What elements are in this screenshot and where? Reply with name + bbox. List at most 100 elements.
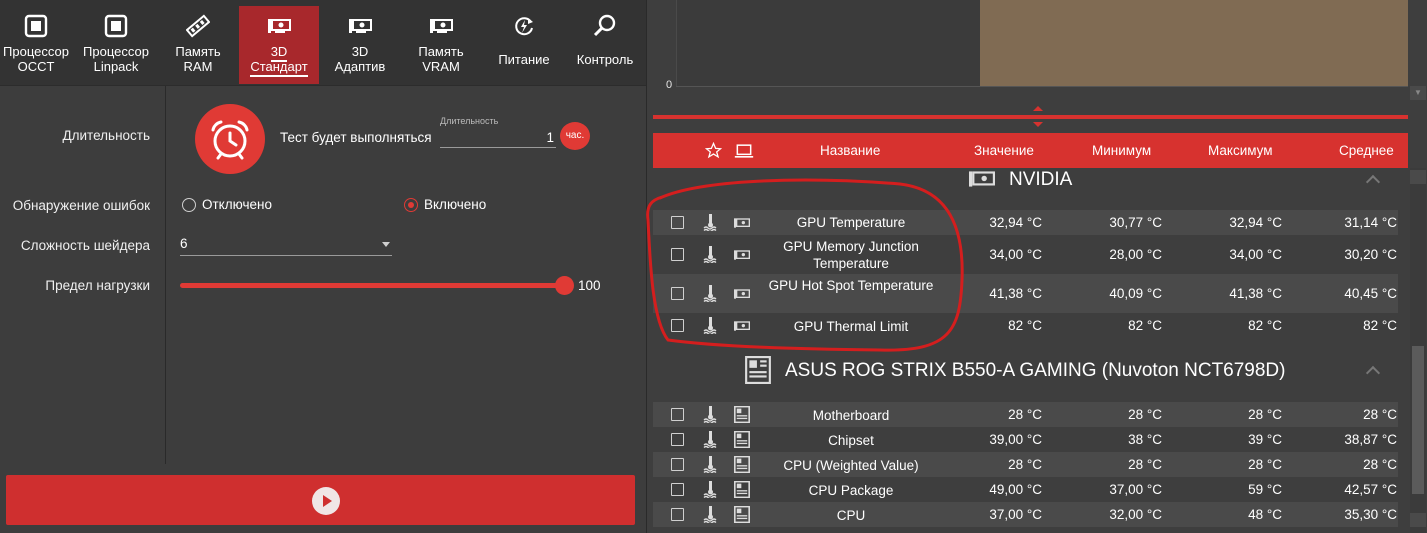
scrollbar-thumb[interactable]: [1412, 346, 1424, 494]
sensor-checkbox[interactable]: [671, 483, 684, 496]
motherboard-icon: [734, 481, 750, 498]
sensor-checkbox[interactable]: [671, 319, 684, 332]
sensor-name: CPU Package: [808, 483, 894, 498]
sensor-max: 82 °C: [1248, 318, 1282, 333]
scroll-up-button[interactable]: [1410, 170, 1426, 184]
sensor-value: 34,00 °C: [989, 247, 1042, 262]
tab-3d-standard[interactable]: 3D Стандарт: [239, 6, 319, 84]
temperature-icon: [703, 285, 717, 302]
load-limit-slider-thumb[interactable]: [555, 276, 574, 295]
shader-complexity-select[interactable]: 6: [180, 236, 392, 256]
sensor-group-motherboard[interactable]: ASUS ROG STRIX B550-A GAMING (Nuvoton NC…: [653, 350, 1408, 402]
tab-cpu-linpack[interactable]: Процессор Linpack: [76, 6, 156, 84]
sensor-checkbox[interactable]: [671, 248, 684, 261]
sensor-checkbox[interactable]: [671, 216, 684, 229]
group-title: ASUS ROG STRIX B550-A GAMING (Nuvoton NC…: [785, 360, 1286, 381]
sensor-min: 28,00 °C: [1109, 247, 1162, 262]
sensor-checkbox[interactable]: [671, 458, 684, 471]
motherboard-icon: [734, 431, 750, 448]
table-row[interactable]: CPU Package 49,00 °C 37,00 °C 59 °C 42,5…: [653, 477, 1398, 502]
radio-label: Включено: [424, 197, 487, 212]
sensor-checkbox[interactable]: [671, 508, 684, 521]
tab-label: Память VRAM: [418, 44, 464, 74]
duration-label: Длительность: [62, 128, 151, 143]
radio-dot-selected: [404, 198, 418, 212]
sensor-table-scrollbar[interactable]: [1410, 168, 1426, 533]
temperature-icon: [703, 456, 717, 473]
table-row[interactable]: CPU 37,00 °C 32,00 °C 48 °C 35,30 °C: [653, 502, 1398, 527]
column-header-min[interactable]: Минимум: [1092, 143, 1151, 158]
gpu-card-icon: [430, 19, 453, 33]
group-title: NVIDIA: [1009, 169, 1073, 190]
duration-unit-button[interactable]: час.: [560, 122, 590, 150]
table-row[interactable]: GPU Temperature 32,94 °C 30,77 °C 32,94 …: [653, 210, 1398, 235]
table-row[interactable]: GPU Hot Spot Temperature 41,38 °C 40,09 …: [653, 274, 1398, 313]
table-row[interactable]: CPU (Weighted Value) 28 °C 28 °C 28 °C 2…: [653, 452, 1398, 477]
sensor-checkbox[interactable]: [671, 433, 684, 446]
sensor-name: CPU: [836, 508, 866, 523]
error-detection-on-radio[interactable]: Включено: [404, 197, 486, 212]
tab-vram[interactable]: Память VRAM: [401, 6, 481, 84]
duration-description: Тест будет выполняться: [280, 130, 432, 145]
column-header-value[interactable]: Значение: [974, 143, 1034, 158]
temperature-icon: [703, 506, 717, 523]
tab-monitoring[interactable]: Контроль: [565, 6, 645, 84]
column-header-name[interactable]: Название: [820, 143, 880, 158]
tab-label: Процессор Linpack: [83, 44, 149, 74]
column-header-max[interactable]: Максимум: [1208, 143, 1273, 158]
tab-cpu-occt[interactable]: Процессор OCCT: [0, 6, 76, 84]
splitter-up-arrow-icon[interactable]: [1033, 106, 1043, 111]
table-row[interactable]: GPU Thermal Limit 82 °C 82 °C 82 °C 82 °…: [653, 313, 1398, 338]
collapse-chevron-icon[interactable]: [1365, 365, 1381, 381]
sensor-avg: 40,45 °C: [1344, 286, 1397, 301]
sensor-value: 37,00 °C: [989, 507, 1042, 522]
radio-label: Отключено: [202, 197, 272, 212]
sensor-group-nvidia[interactable]: NVIDIA: [653, 168, 1408, 210]
sensor-avg: 28 °C: [1363, 407, 1397, 422]
duration-input[interactable]: [440, 128, 556, 148]
sensor-min: 28 °C: [1128, 407, 1162, 422]
star-icon[interactable]: [705, 142, 722, 159]
graph-scroll-down-button[interactable]: ▼: [1410, 86, 1426, 100]
cpu-chip-icon: [24, 14, 48, 38]
sensor-value: 28 °C: [1008, 457, 1042, 472]
tab-ram[interactable]: Память RAM: [158, 6, 238, 84]
sensor-value: 32,94 °C: [989, 215, 1042, 230]
sensor-checkbox[interactable]: [671, 287, 684, 300]
sensor-min: 32,00 °C: [1109, 507, 1162, 522]
temperature-icon: [703, 317, 717, 334]
sensor-name: Motherboard: [812, 408, 890, 423]
table-row[interactable]: Chipset 39,00 °C 38 °C 39 °C 38,87 °C: [653, 427, 1398, 452]
test-config-pane: Процессор OCCT Процессор Linpack Память …: [0, 0, 646, 533]
tab-power[interactable]: Питание: [484, 6, 564, 84]
error-detection-off-radio[interactable]: Отключено: [182, 197, 272, 212]
start-test-button[interactable]: [6, 475, 635, 525]
load-limit-slider-track[interactable]: [180, 283, 565, 288]
sensor-max: 28 °C: [1248, 407, 1282, 422]
table-row[interactable]: GPU Memory Junction Temperature 34,00 °C…: [653, 235, 1398, 274]
monitoring-pane: 0 ▼ Название Значение Минимум Максимум С…: [646, 0, 1427, 533]
tab-3d-adaptive[interactable]: 3D Адаптив: [320, 6, 400, 84]
sensor-avg: 31,14 °C: [1344, 215, 1397, 230]
sensor-name: GPU Thermal Limit: [793, 319, 909, 334]
laptop-icon[interactable]: [734, 143, 754, 159]
sensor-table-header: Название Значение Минимум Максимум Средн…: [653, 133, 1408, 168]
gpu-card-icon: [734, 250, 750, 260]
timer-toggle-button[interactable]: [195, 104, 265, 174]
label-column-divider: [165, 86, 166, 464]
temperature-icon: [703, 481, 717, 498]
dropdown-caret-icon: [382, 242, 390, 247]
sensor-max: 39 °C: [1248, 432, 1282, 447]
table-row[interactable]: Motherboard 28 °C 28 °C 28 °C 28 °C: [653, 402, 1398, 427]
gpu-card-icon: [349, 19, 372, 33]
pane-splitter[interactable]: [653, 115, 1408, 119]
scroll-down-button[interactable]: [1410, 513, 1426, 527]
motherboard-icon: [734, 506, 750, 523]
column-header-avg[interactable]: Среднее: [1339, 143, 1394, 158]
sensor-name: GPU Hot Spot Temperature: [768, 278, 934, 293]
temperature-icon: [703, 246, 717, 263]
splitter-down-arrow-icon[interactable]: [1033, 122, 1043, 127]
sensor-checkbox[interactable]: [671, 408, 684, 421]
collapse-chevron-icon[interactable]: [1365, 174, 1381, 190]
sensor-avg: 35,30 °C: [1344, 507, 1397, 522]
